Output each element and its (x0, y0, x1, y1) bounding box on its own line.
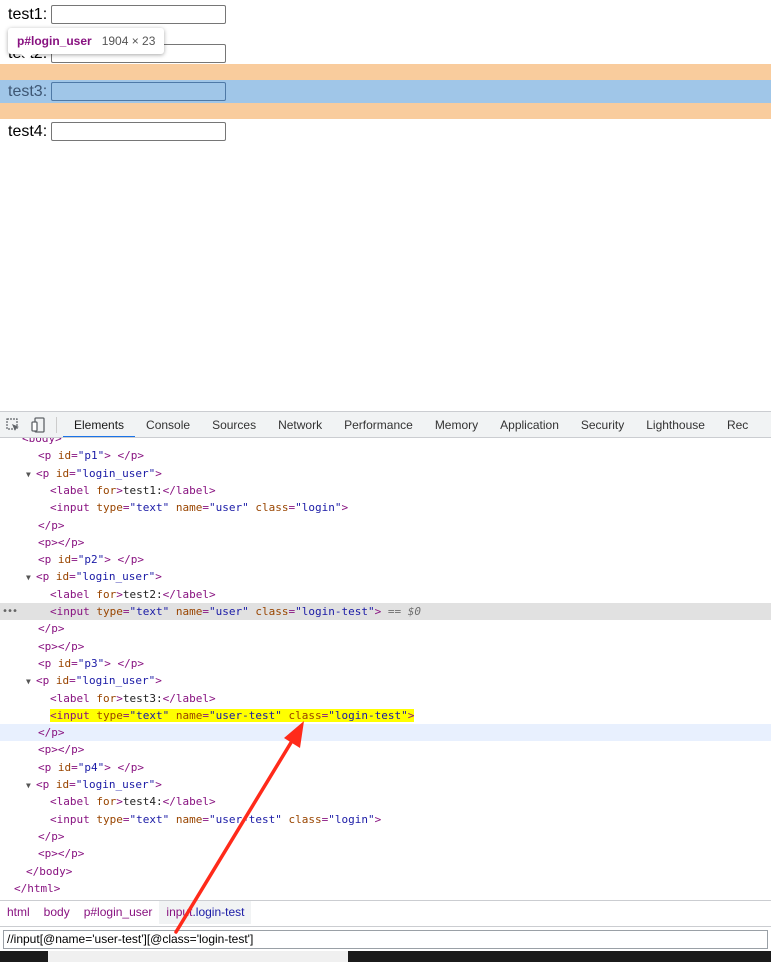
dom-node-line[interactable]: <label for>test1:</label> (0, 482, 771, 499)
dom-node-line[interactable]: ▼ <p id="login_user"> (0, 465, 771, 482)
tab-lighthouse[interactable]: Lighthouse (635, 412, 716, 437)
row-test3: test3: (8, 80, 227, 103)
dom-node-line[interactable]: <p></p> (0, 845, 771, 862)
tab-performance[interactable]: Performance (333, 412, 424, 437)
tab-security[interactable]: Security (570, 412, 635, 437)
dom-tree: <body> <p id="p1"> </p> ▼ <p id="login_user… (0, 438, 771, 900)
dom-node-line[interactable]: <input type="text" name="user-test" clas… (0, 811, 771, 828)
dom-node-line[interactable]: </body> (0, 863, 771, 880)
row-test4: test4: (8, 120, 227, 143)
input-test3[interactable] (51, 82, 227, 101)
tooltip-size: 1904 × 23 (101, 34, 156, 48)
dom-node-line[interactable]: <input type="text" name="user" class="lo… (0, 603, 771, 620)
breadcrumb-input-login-test[interactable]: input.login-test (159, 901, 252, 924)
breadcrumb-html[interactable]: html (0, 901, 37, 924)
dom-node-line[interactable]: </p> (0, 724, 771, 742)
highlight-margin-bottom (0, 103, 771, 119)
xpath-search-input[interactable]: //input[@name='user-test'][@class='login… (3, 930, 768, 949)
dom-node-line[interactable]: <p id="p1"> </p> (0, 447, 771, 464)
expand-triangle-icon[interactable]: ▼ (26, 466, 36, 483)
tab-elements[interactable]: Elements (63, 412, 136, 437)
device-toggle-icon[interactable] (26, 412, 52, 437)
dom-node-line[interactable]: </p> (0, 620, 771, 637)
breadcrumb-p-login-user[interactable]: p#login_user (77, 901, 160, 924)
dom-node-line[interactable]: <p id="p3"> </p> (0, 655, 771, 672)
taskbar-active-item (48, 951, 348, 962)
dom-node-line[interactable]: </p> (0, 828, 771, 845)
tab-sources[interactable]: Sources (201, 412, 267, 437)
breadcrumb: html body p#login_user input.login-test (0, 900, 771, 924)
dom-node-line[interactable]: <label for>test3:</label> (0, 690, 771, 707)
tab-memory[interactable]: Memory (424, 412, 489, 437)
taskbar (0, 951, 771, 962)
expand-triangle-icon[interactable]: ▼ (26, 569, 36, 586)
toolbar-separator (56, 416, 57, 433)
tab-console[interactable]: Console (135, 412, 201, 437)
devtools-panel: Elements Console Sources Network Perform… (0, 411, 771, 962)
selected-node-marker: == $0 (387, 605, 421, 618)
dom-node-line[interactable]: </html> (0, 880, 771, 897)
input-test1[interactable] (51, 5, 227, 24)
search-bar: //input[@name='user-test'][@class='login… (0, 926, 771, 951)
tab-recorder[interactable]: Rec (716, 412, 759, 437)
dom-node-line[interactable]: <input type="text" name="user-test" clas… (0, 707, 771, 724)
dom-node-line[interactable]: </p> (0, 517, 771, 534)
row-test1: test1: (8, 3, 227, 26)
devtools-tabbar: Elements Console Sources Network Perform… (0, 411, 771, 438)
inspect-element-icon[interactable] (0, 412, 26, 437)
inspect-tooltip: p#login_user 1904 × 23 (8, 28, 165, 60)
expand-triangle-icon[interactable]: ▼ (26, 777, 36, 794)
page-viewport: test1: test2: test3: test4: p#login_user… (0, 0, 771, 411)
dom-node-line[interactable]: <label for>test4:</label> (0, 793, 771, 810)
dom-node-line[interactable]: ▼ <p id="login_user"> (0, 672, 771, 689)
dom-node-line[interactable]: <input type="text" name="user" class="lo… (0, 499, 771, 516)
label-test3: test3: (8, 83, 48, 100)
highlight-margin-top (0, 64, 771, 80)
input-test4[interactable] (51, 122, 227, 141)
tab-network[interactable]: Network (267, 412, 333, 437)
dom-node-line[interactable]: <label for>test2:</label> (0, 586, 771, 603)
dom-node-line[interactable]: <p></p> (0, 741, 771, 758)
dom-node-line[interactable]: <p id="p4"> </p> (0, 759, 771, 776)
label-test1: test1: (8, 6, 48, 23)
tab-application[interactable]: Application (489, 412, 570, 437)
node-actions-ellipsis[interactable]: ••• (2, 603, 18, 620)
dom-node-line[interactable]: <p id="p2"> </p> (0, 551, 771, 568)
dom-node-line[interactable]: <body> (0, 438, 771, 447)
expand-triangle-icon[interactable]: ▼ (26, 673, 36, 690)
breadcrumb-body[interactable]: body (37, 901, 77, 924)
dom-node-line[interactable]: ▼ <p id="login_user"> (0, 568, 771, 585)
tooltip-arrow (21, 54, 33, 60)
dom-node-line[interactable]: <p></p> (0, 638, 771, 655)
dom-node-line[interactable]: <p></p> (0, 534, 771, 551)
dom-node-line[interactable]: ▼ <p id="login_user"> (0, 776, 771, 793)
tooltip-selector: p#login_user (17, 34, 92, 48)
label-test4: test4: (8, 123, 48, 140)
